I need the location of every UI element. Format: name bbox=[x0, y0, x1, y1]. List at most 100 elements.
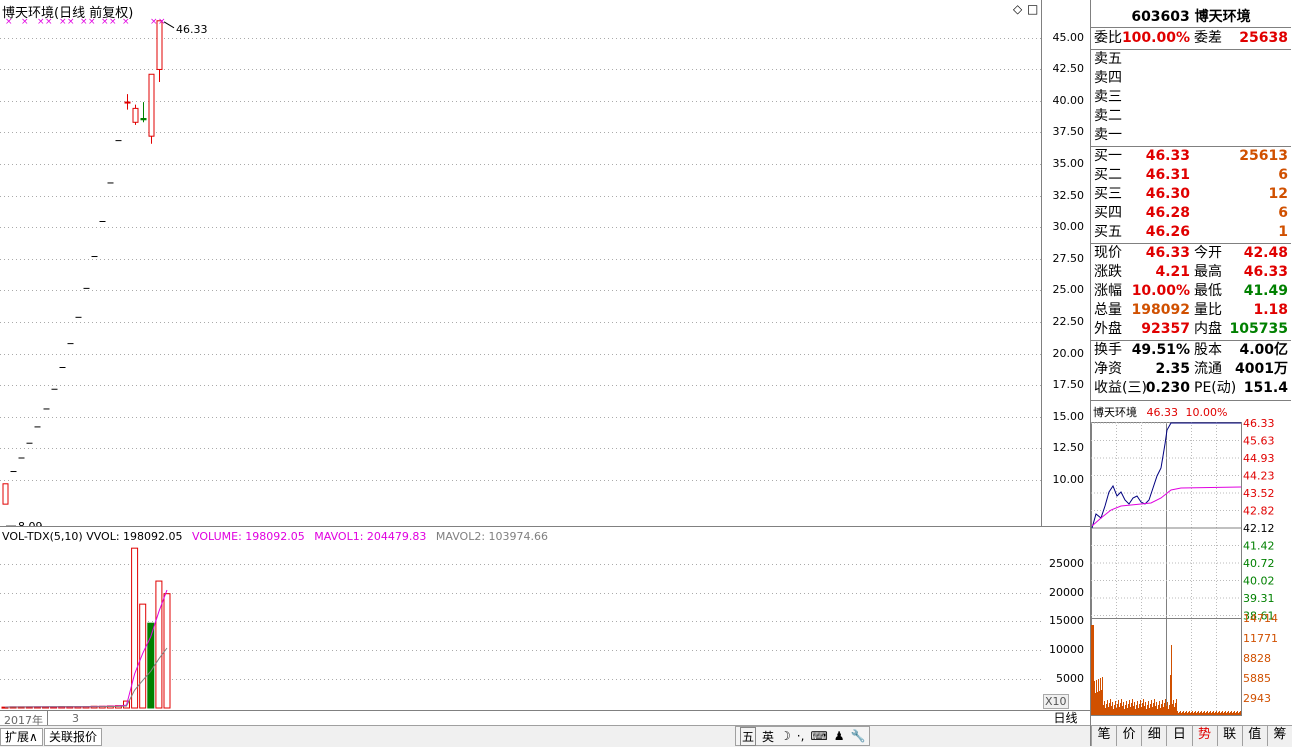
mini-vol-tick: 5885 bbox=[1243, 672, 1271, 685]
sell-label: 卖三 bbox=[1094, 89, 1122, 105]
price-tick: 22.50 bbox=[1052, 315, 1085, 328]
mini-price-tick: 44.23 bbox=[1243, 470, 1275, 483]
keyboard-icon[interactable]: ⌨ bbox=[810, 729, 827, 743]
tab-shi[interactable]: 势 bbox=[1191, 726, 1217, 746]
buy-volume: 25613 bbox=[1239, 148, 1288, 164]
diamond-icon[interactable]: ◇ bbox=[1013, 2, 1022, 16]
sell-row: 卖五 bbox=[1092, 50, 1290, 69]
tab-related-quotes[interactable]: 关联报价 bbox=[44, 728, 103, 746]
weibi-row: 委比 100.00% 委差 25638 bbox=[1092, 29, 1290, 48]
price-tick: 30.00 bbox=[1052, 220, 1085, 233]
fund-label: 流通 bbox=[1194, 361, 1222, 377]
price-tick: 12.50 bbox=[1052, 441, 1085, 454]
kline-svg[interactable]: 46.338.09××××××××××××× bbox=[0, 0, 1041, 526]
price-tick: 25.00 bbox=[1052, 283, 1085, 296]
buy-row: 买一 46.33 25613 bbox=[1092, 147, 1290, 166]
buy-volume: 6 bbox=[1278, 205, 1288, 221]
price-tick: 10.00 bbox=[1052, 473, 1085, 486]
buy-price: 46.30 bbox=[1145, 186, 1190, 202]
ime-english-icon[interactable]: 英 bbox=[762, 728, 774, 745]
price-tick: 32.50 bbox=[1052, 189, 1085, 202]
stat-label: 总量 bbox=[1094, 302, 1122, 318]
price-tick: 27.50 bbox=[1052, 252, 1085, 265]
buy-price: 46.28 bbox=[1145, 205, 1190, 221]
tab-jia[interactable]: 价 bbox=[1116, 726, 1142, 746]
stat-value: 105735 bbox=[1229, 321, 1288, 337]
volume-tick: 20000 bbox=[1049, 586, 1084, 599]
stock-code-name: 603603 博天环境 bbox=[1131, 9, 1251, 25]
volume-volume: VOLUME: 198092.05 bbox=[192, 530, 305, 543]
ime-wubi-icon[interactable]: 五 bbox=[740, 726, 757, 746]
stat-label: 内盘 bbox=[1194, 321, 1222, 337]
stat-value: 46.33 bbox=[1243, 264, 1288, 280]
mini-price-tick: 43.52 bbox=[1243, 487, 1275, 500]
volume-unit: X10 bbox=[1043, 694, 1069, 709]
weibi-value: 100.00% bbox=[1121, 30, 1190, 46]
volume-tick: 25000 bbox=[1049, 557, 1084, 570]
tab-bi[interactable]: 笔 bbox=[1091, 726, 1117, 746]
volume-tick: 10000 bbox=[1049, 643, 1084, 656]
stat-row: 现价 46.33 今开 42.48 bbox=[1092, 244, 1290, 263]
weicha-label: 委差 bbox=[1194, 30, 1222, 46]
buy-label: 买五 bbox=[1094, 224, 1122, 240]
tab-lian[interactable]: 联 bbox=[1216, 726, 1242, 746]
sell-row: 卖四 bbox=[1092, 69, 1290, 88]
candle-body bbox=[156, 20, 163, 70]
square-icon[interactable]: □ bbox=[1027, 2, 1038, 16]
buy-row: 买二 46.31 6 bbox=[1092, 166, 1290, 185]
volume-title: VOL-TDX(5,10) VVOL: 198092.05 VOLUME: 19… bbox=[2, 530, 548, 543]
mini-vol-tick: 14714 bbox=[1243, 612, 1278, 625]
fund-value: 4001万 bbox=[1235, 361, 1288, 377]
mini-vol-tick: 8828 bbox=[1243, 652, 1271, 665]
tab-xi[interactable]: 细 bbox=[1141, 726, 1167, 746]
buy-row: 买四 46.28 6 bbox=[1092, 204, 1290, 223]
date-axis: 2017年 3 bbox=[0, 710, 1041, 727]
volume-chart-area[interactable] bbox=[0, 526, 1041, 711]
buy-volume: 1 bbox=[1278, 224, 1288, 240]
vol-bar bbox=[155, 580, 163, 709]
tab-ri[interactable]: 日 bbox=[1166, 726, 1192, 746]
user-icon[interactable]: ♟ bbox=[834, 729, 845, 743]
tab-zhi[interactable]: 值 bbox=[1241, 726, 1267, 746]
tab-expand[interactable]: 扩展∧ bbox=[0, 728, 43, 746]
volume-svg[interactable] bbox=[0, 527, 1041, 711]
punctuation-icon[interactable]: ·, bbox=[797, 729, 805, 743]
stat-value: 1.18 bbox=[1253, 302, 1288, 318]
stat-value: 4.21 bbox=[1155, 264, 1190, 280]
period-label[interactable]: 日线 bbox=[1041, 710, 1091, 726]
sell-row: 卖一 bbox=[1092, 126, 1290, 145]
kline-chart-area[interactable]: 46.338.09××××××××××××× bbox=[0, 0, 1042, 526]
stat-value: 42.48 bbox=[1243, 245, 1288, 261]
ime-toolbar: 五 英 ☽ ·, ⌨ ♟ 🔧 bbox=[735, 726, 871, 746]
volume-indicator: VOL-TDX(5,10) bbox=[2, 530, 83, 543]
fund-label: 股本 bbox=[1194, 342, 1222, 358]
buy-price: 46.31 bbox=[1145, 167, 1190, 183]
buy-label: 买一 bbox=[1094, 148, 1122, 164]
stat-label: 量比 bbox=[1194, 302, 1222, 318]
stat-label: 今开 bbox=[1194, 245, 1222, 261]
tab-chou[interactable]: 筹 bbox=[1266, 726, 1292, 746]
sell-label: 卖一 bbox=[1094, 127, 1122, 143]
chart-title: 博天环境(日线 前复权) bbox=[2, 6, 134, 21]
stat-value: 198092 bbox=[1131, 302, 1190, 318]
fund-value: 4.00亿 bbox=[1239, 342, 1288, 358]
sell-label: 卖四 bbox=[1094, 70, 1122, 86]
mini-price-tick: 41.42 bbox=[1243, 540, 1275, 553]
price-tick: 40.00 bbox=[1052, 94, 1085, 107]
mini-intraday-chart[interactable]: 46.33 45.63 44.93 44.23 43.52 42.82 42.12 41.42… bbox=[1091, 418, 1291, 718]
wrench-icon[interactable]: 🔧 bbox=[851, 729, 866, 743]
buy-price: 46.26 bbox=[1145, 224, 1190, 240]
mini-price-tick: 45.63 bbox=[1243, 435, 1275, 448]
mini-vol-tick: 11771 bbox=[1243, 632, 1278, 645]
volume-axis: 5000 10000 15000 20000 25000 bbox=[1041, 526, 1091, 711]
stat-label: 涨跌 bbox=[1094, 264, 1122, 280]
price-tick: 45.00 bbox=[1052, 31, 1085, 44]
mini-price-tick: 46.33 bbox=[1243, 418, 1275, 430]
weibi-label: 委比 bbox=[1094, 30, 1122, 46]
price-axis: 10.00 12.50 15.00 17.50 20.00 22.50 25.00 27.50… bbox=[1041, 0, 1091, 526]
moon-icon[interactable]: ☽ bbox=[780, 729, 791, 743]
mini-price-tick: 42.82 bbox=[1243, 505, 1275, 518]
mini-price-tick: 39.31 bbox=[1243, 592, 1275, 605]
volume-mavol2: MAVOL2: 103974.66 bbox=[435, 530, 549, 543]
stat-row: 总量 198092 量比 1.18 bbox=[1092, 301, 1290, 320]
